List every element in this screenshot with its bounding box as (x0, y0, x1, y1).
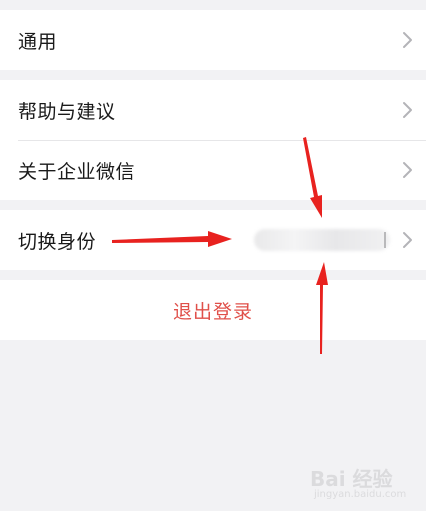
watermark-sub: jingyan.baidu.com (314, 489, 407, 500)
settings-row-general[interactable]: 通用 (0, 10, 426, 70)
top-spacer (0, 0, 426, 10)
chevron-right-icon (400, 100, 416, 120)
settings-row-help[interactable]: 帮助与建议 (0, 80, 426, 140)
settings-row-general-label: 通用 (18, 30, 58, 53)
logout-label: 退出登录 (172, 300, 253, 323)
settings-group-switch-identity: 切换身份 (0, 210, 426, 270)
chevron-right-icon (400, 30, 416, 50)
settings-row-switch-identity-label: 切换身份 (18, 230, 97, 253)
watermark-text: Bai 经验 (310, 467, 393, 491)
settings-row-about-label: 关于企业微信 (18, 160, 136, 183)
identity-value-tail (384, 232, 386, 248)
logout-button[interactable]: 退出登录 (0, 280, 426, 340)
settings-row-help-label: 帮助与建议 (18, 100, 116, 123)
chevron-right-icon (400, 230, 416, 250)
settings-row-switch-identity[interactable]: 切换身份 (0, 210, 426, 270)
settings-group-general: 通用 (0, 10, 426, 70)
identity-value-blurred (254, 229, 390, 251)
settings-row-about[interactable]: 关于企业微信 (0, 140, 426, 200)
settings-group-help-about: 帮助与建议 关于企业微信 (0, 80, 426, 200)
chevron-right-icon (400, 160, 416, 180)
baidu-jingyan-watermark: Bai 经验 jingyan.baidu.com (310, 455, 420, 505)
